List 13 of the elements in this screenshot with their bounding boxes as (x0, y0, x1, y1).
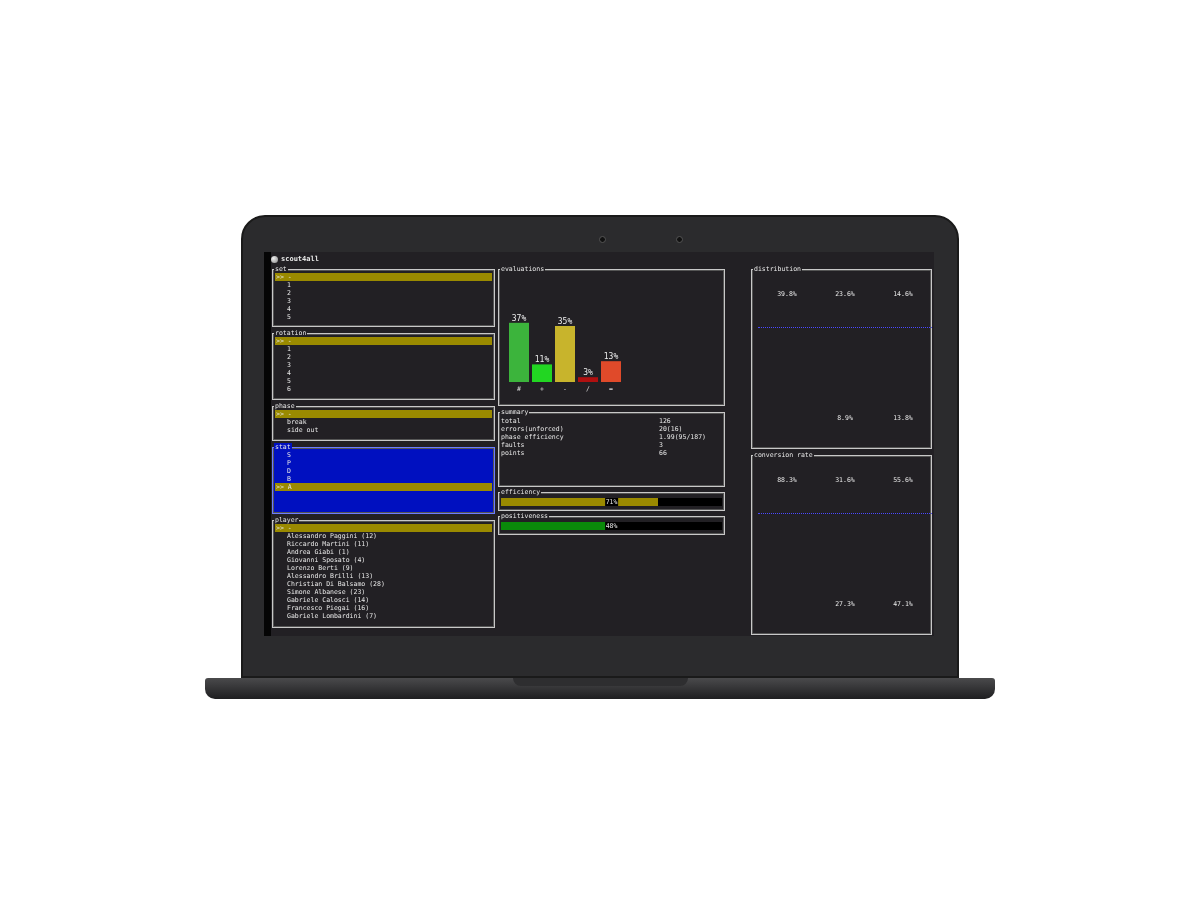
bar (532, 364, 552, 382)
value-label: 37% (511, 313, 527, 323)
value-label: 11% (534, 355, 550, 365)
lens-icon (676, 236, 683, 243)
value-label: 35% (557, 317, 573, 326)
bar (509, 322, 529, 382)
bar (601, 361, 621, 382)
bar (578, 377, 598, 382)
value-label: 3% (583, 368, 593, 378)
lens-icon (599, 236, 606, 243)
app-icon (271, 255, 278, 263)
bar (555, 326, 575, 382)
value-label: 13% (603, 352, 619, 362)
